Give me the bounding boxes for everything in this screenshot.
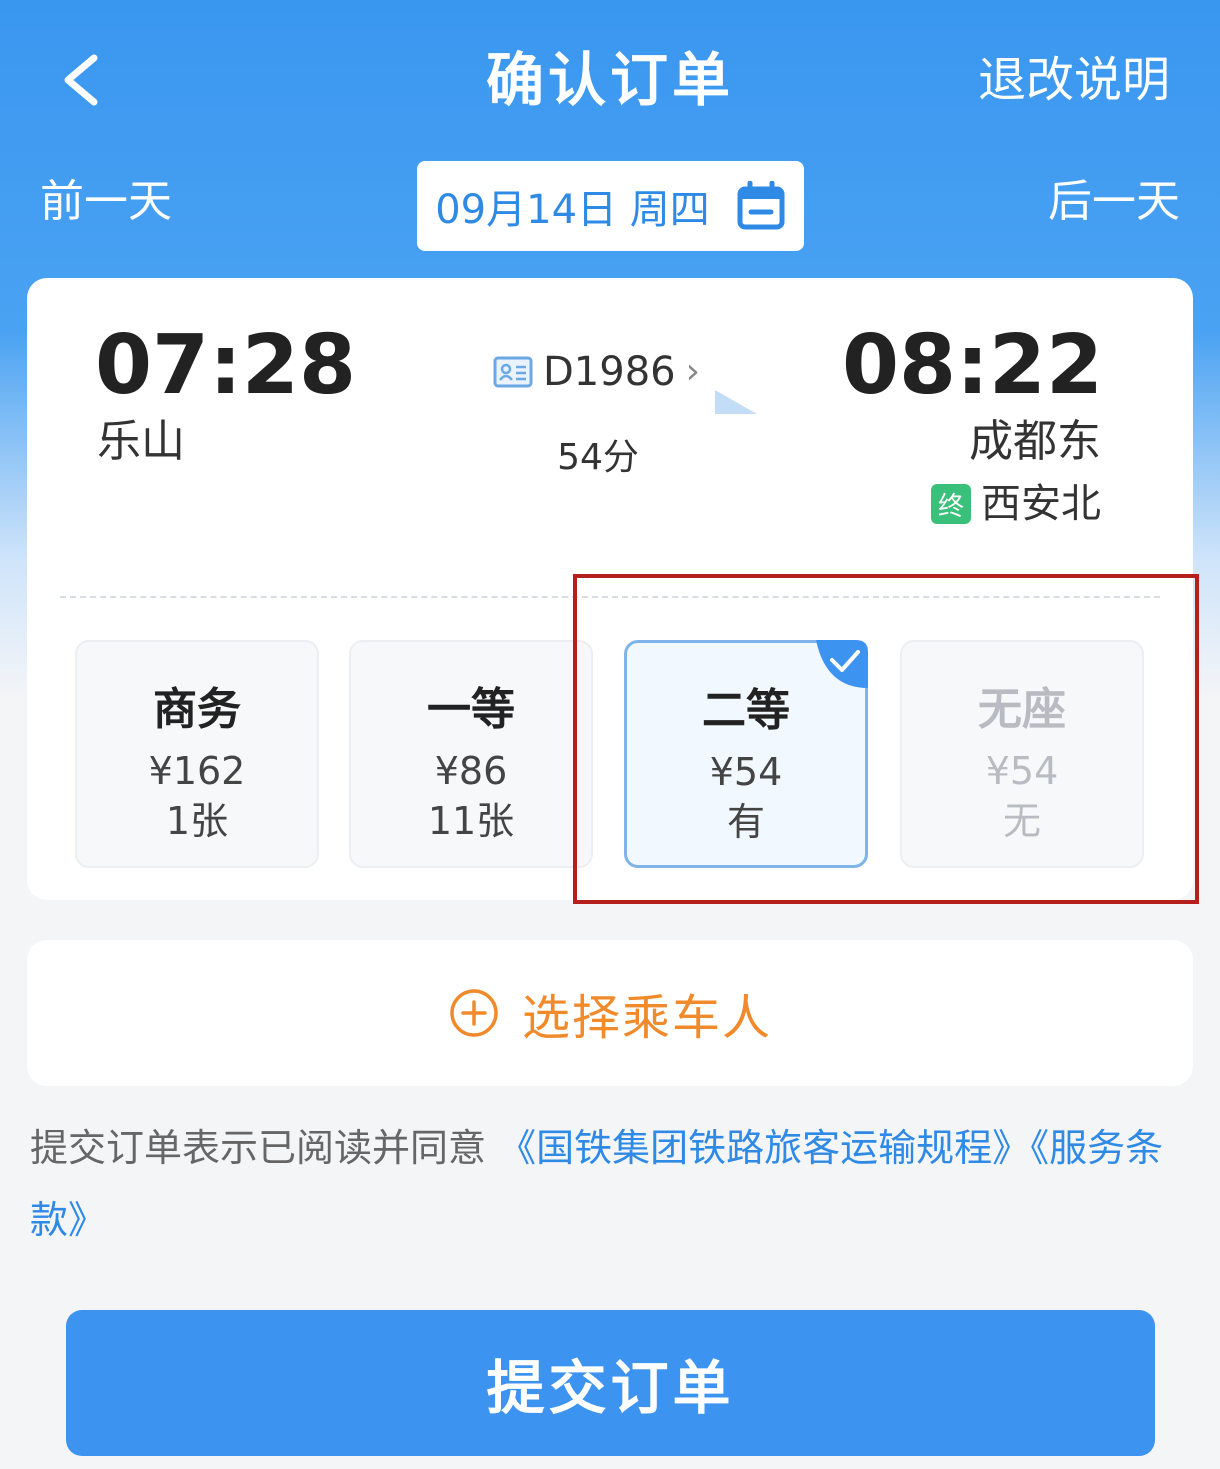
seat-availability: 1张 bbox=[165, 799, 229, 843]
transport-rules-link[interactable]: 《国铁集团铁路旅客运输规程》 bbox=[498, 1126, 1030, 1170]
direction-arrow-icon bbox=[439, 390, 757, 414]
seat-price: ¥86 bbox=[434, 749, 508, 793]
seat-price: ¥54 bbox=[985, 749, 1059, 793]
seat-availability: 11张 bbox=[427, 799, 515, 843]
select-passenger-button[interactable]: 选择乘车人 bbox=[27, 940, 1193, 1086]
prev-day-button[interactable]: 前一天 bbox=[40, 172, 172, 232]
plus-circle-icon bbox=[450, 989, 498, 1037]
seat-option-second-class[interactable]: 二等 ¥54 有 bbox=[624, 640, 868, 868]
calendar-icon bbox=[737, 181, 785, 230]
seat-option-standing[interactable]: 无座 ¥54 无 bbox=[900, 640, 1144, 868]
refund-policy-link[interactable]: 退改说明 bbox=[978, 40, 1170, 120]
submit-order-button[interactable]: 提交订单 bbox=[66, 1310, 1155, 1456]
departure-station: 乐山 bbox=[97, 416, 185, 467]
seat-option-first-class[interactable]: 一等 ¥86 11张 bbox=[349, 640, 593, 868]
seat-option-business[interactable]: 商务 ¥162 1张 bbox=[75, 640, 319, 868]
seat-name: 无座 bbox=[978, 684, 1066, 735]
seat-availability: 无 bbox=[1002, 799, 1041, 843]
departure-time: 07:28 bbox=[95, 318, 357, 413]
date-text: 09月14日 周四 bbox=[435, 187, 710, 233]
arrival-time: 08:22 bbox=[841, 318, 1103, 413]
check-icon bbox=[816, 640, 868, 688]
terminal-station: 西安北 bbox=[981, 481, 1101, 527]
terminal-badge: 终 bbox=[931, 484, 971, 524]
seat-price: ¥162 bbox=[148, 749, 246, 793]
agreement-text: 提交订单表示已阅读并同意 《国铁集团铁路旅客运输规程》《服务条款》 bbox=[30, 1112, 1190, 1256]
seat-availability: 有 bbox=[726, 800, 765, 844]
date-picker[interactable]: 09月14日 周四 bbox=[417, 161, 804, 251]
agreement-prefix: 提交订单表示已阅读并同意 bbox=[30, 1126, 499, 1170]
seat-name: 一等 bbox=[427, 684, 515, 735]
seat-name: 商务 bbox=[153, 684, 241, 735]
chevron-left-icon bbox=[64, 54, 98, 106]
next-day-button[interactable]: 后一天 bbox=[1048, 172, 1180, 232]
trip-duration: 54分 bbox=[557, 437, 639, 478]
select-passenger-label: 选择乘车人 bbox=[521, 990, 772, 1046]
back-button[interactable] bbox=[40, 40, 120, 120]
seat-name: 二等 bbox=[702, 685, 790, 736]
seat-price: ¥54 bbox=[709, 750, 783, 794]
train-info-card: 07:28 乐山 D1986 › 54分 08:22 成都东 终 西安北 商务 … bbox=[27, 278, 1193, 900]
terminal-info: 终 西安北 bbox=[931, 476, 1101, 532]
arrival-station: 成都东 bbox=[969, 416, 1101, 467]
id-card-icon bbox=[493, 356, 533, 388]
divider bbox=[60, 596, 1160, 598]
